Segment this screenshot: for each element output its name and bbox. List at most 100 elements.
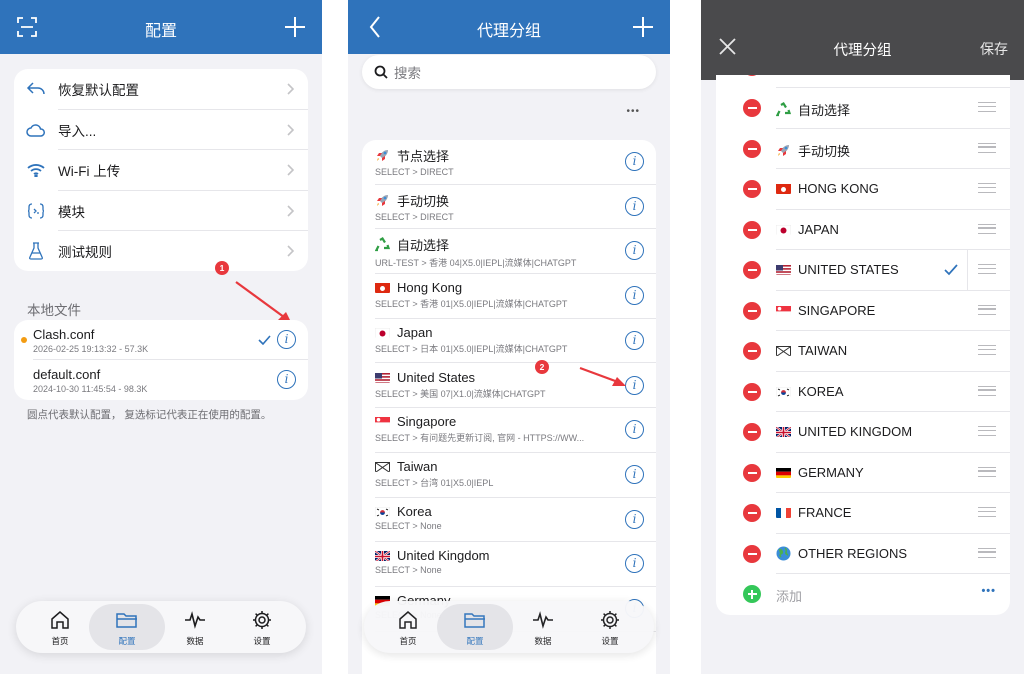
group-row[interactable]: Taiwan SELECT > 台湾 01|X5.0|IEPL i [362,453,656,498]
add-config-button[interactable] [280,12,310,42]
add-icon[interactable] [743,585,761,603]
edit-group-name-text: GERMANY [798,464,864,480]
edit-group-name: 自动选择 [776,100,850,119]
info-button[interactable]: i [625,554,644,574]
tab-label: 数据 [186,636,204,646]
menu-label: 模块 [58,204,85,220]
edit-group-row[interactable]: SINGAPORE [716,291,1010,331]
edit-group-row[interactable]: 手动切换 [716,129,1010,169]
edit-group-row[interactable]: KOREA [716,372,1010,412]
info-button[interactable]: i [277,330,296,349]
drag-handle-icon[interactable] [978,507,996,517]
edit-group-row[interactable]: JAPAN [716,210,1010,250]
house-icon [399,611,417,629]
remove-button[interactable] [743,463,761,482]
menu-test-rules[interactable]: 测试规则 [14,231,308,271]
tab-home[interactable]: 首页 [370,604,446,650]
drag-handle-icon[interactable] [978,385,996,396]
menu-modules[interactable]: 模块 [14,191,308,231]
info-button[interactable]: i [625,464,644,484]
remove-button[interactable] [743,261,761,279]
file-meta: 2026-02-25 19:13:32 - 57.3K [33,344,149,354]
remove-button[interactable] [743,220,761,239]
group-row[interactable]: Korea SELECT > None i [362,498,656,543]
remove-button[interactable] [743,342,761,360]
info-button[interactable]: i [625,196,644,216]
save-button[interactable]: 保存 [980,39,1008,59]
edit-group-row[interactable]: UNITED STATES [716,250,1010,291]
group-row[interactable]: Hong Kong SELECT > 香港 01|X5.0|IEPL|流媒体|CH… [362,274,656,319]
info-button[interactable]: i [625,330,644,350]
menu-wifi-upload[interactable]: Wi-Fi 上传 [14,150,308,191]
singapore-flag-icon [776,305,791,316]
group-row[interactable]: Japan SELECT > 日本 01|X5.0|IEPL|流媒体|CHATGP… [362,319,656,364]
drag-handle-icon[interactable] [978,102,996,112]
add-label: 添加 [776,589,803,604]
tab-home[interactable]: 首页 [22,604,98,650]
tab-settings[interactable]: 设置 [572,604,648,650]
remove-button[interactable] [743,180,761,198]
info-button[interactable]: i [625,509,644,529]
group-row[interactable]: 手动切换 SELECT > DIRECT i [362,185,656,230]
edit-group-row[interactable]: OTHER REGIONS [716,534,1010,574]
edit-group-row[interactable]: GERMANY [716,453,1010,493]
remove-button[interactable] [743,544,761,563]
group-name-text: Japan [397,324,433,340]
file-row-default[interactable]: default.conf 2024-10-30 11:45:54 - 98.3K… [14,360,308,400]
drag-handle-icon[interactable] [978,223,996,234]
sheet-title: 代理分组 [833,43,892,59]
info-button[interactable]: i [277,370,296,389]
edit-group-row[interactable]: FRANCE [716,493,1010,534]
remove-button[interactable] [743,382,761,401]
tab-settings[interactable]: 设置 [224,604,300,650]
search-input[interactable]: 搜索 [362,55,656,89]
house-icon [51,611,69,629]
info-button[interactable]: i [625,152,644,171]
tab-label: 首页 [399,636,417,646]
chevron-right-icon [287,83,294,95]
edit-group-name: 手动切换 [776,141,850,160]
tab-config[interactable]: 配置 [437,604,513,650]
more-button[interactable]: ••• [626,106,640,117]
drag-handle-icon[interactable] [978,466,996,477]
menu-restore-default[interactable]: 恢复默认配置 [14,69,308,110]
edit-group-row[interactable]: TAIWAN [716,331,1010,372]
group-row[interactable]: Singapore SELECT > 有问题先更新订阅, 官网 - HTTPS:/… [362,408,656,453]
remove-button[interactable] [743,99,761,117]
info-button[interactable]: i [625,420,644,440]
remove-button[interactable] [743,504,761,522]
remove-button[interactable] [743,423,761,441]
us-flag-icon [776,264,791,275]
add-group-row[interactable]: 添加 ••• [716,574,1010,615]
tab-data[interactable]: 数据 [505,604,581,650]
drag-handle-icon[interactable] [978,264,996,274]
tab-config[interactable]: 配置 [89,604,165,650]
group-row[interactable]: 节点选择 SELECT > DIRECT i [362,140,656,185]
add-more-button[interactable]: ••• [981,585,996,597]
group-row[interactable]: United Kingdom SELECT > None i [362,542,656,587]
gear-icon [253,611,271,629]
edit-group-row[interactable]: HONG KONG [716,169,1010,210]
info-button[interactable]: i [625,241,644,261]
tab-data[interactable]: 数据 [157,604,233,650]
add-group-button[interactable] [628,12,658,42]
remove-button[interactable] [743,139,761,158]
file-row-clash[interactable]: Clash.conf 2026-02-25 19:13:32 - 57.3K i [14,320,308,360]
actions-card: 恢复默认配置 导入... Wi-Fi 上传 模块 测试规则 [14,69,308,271]
file-meta: 2024-10-30 11:45:54 - 98.3K [33,384,148,394]
drag-handle-icon[interactable] [978,345,996,355]
menu-import[interactable]: 导入... [14,110,308,150]
edit-group-row[interactable]: UNITED KINGDOM [716,412,1010,453]
remove-button[interactable] [743,301,761,320]
group-name: Taiwan [375,459,616,474]
drag-handle-icon[interactable] [978,142,996,153]
edit-group-row[interactable]: 自动选择 [716,88,1010,129]
tab-label: 配置 [466,636,484,646]
drag-handle-icon[interactable] [978,547,996,558]
group-row[interactable]: 自动选择 URL-TEST > 香港 04|X5.0|IEPL|流媒体|CHATG… [362,229,656,275]
drag-handle-icon[interactable] [978,304,996,315]
drag-handle-icon[interactable] [978,426,996,436]
group-name-text: Singapore [397,414,457,430]
drag-handle-icon[interactable] [978,183,996,193]
info-button[interactable]: i [625,286,644,306]
